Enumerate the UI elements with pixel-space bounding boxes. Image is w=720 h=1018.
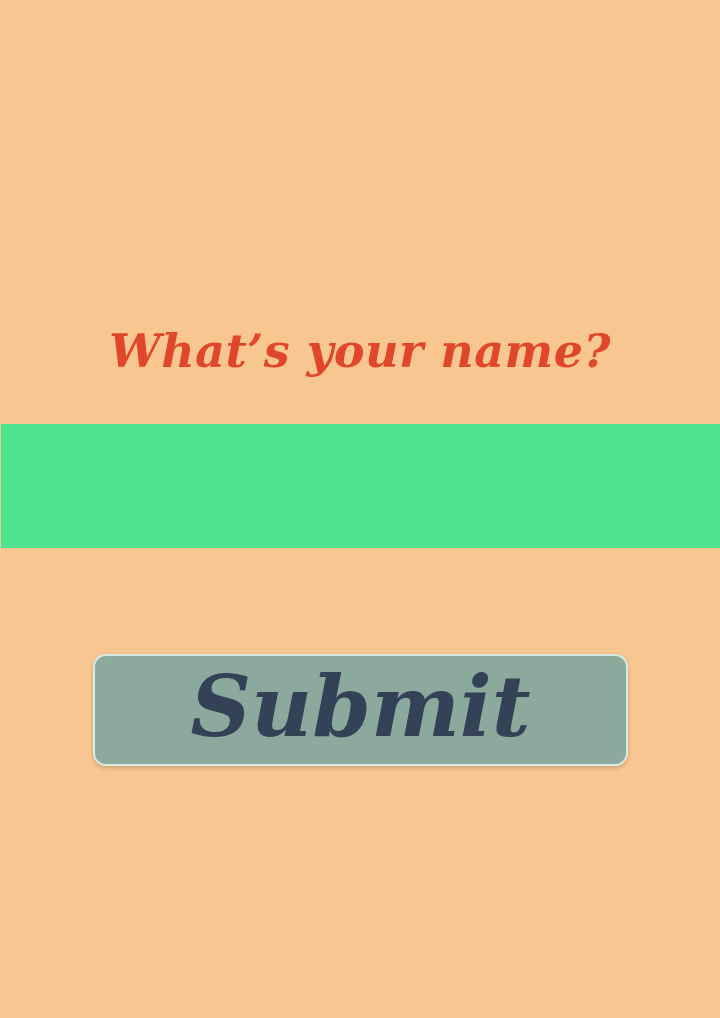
name-question-heading: What’s your name? xyxy=(109,324,611,378)
name-entry-screen: What’s your name? Submit xyxy=(0,0,720,1018)
name-input[interactable] xyxy=(1,424,720,548)
submit-button-label: Submit xyxy=(190,657,531,756)
submit-button[interactable]: Submit xyxy=(93,654,628,766)
